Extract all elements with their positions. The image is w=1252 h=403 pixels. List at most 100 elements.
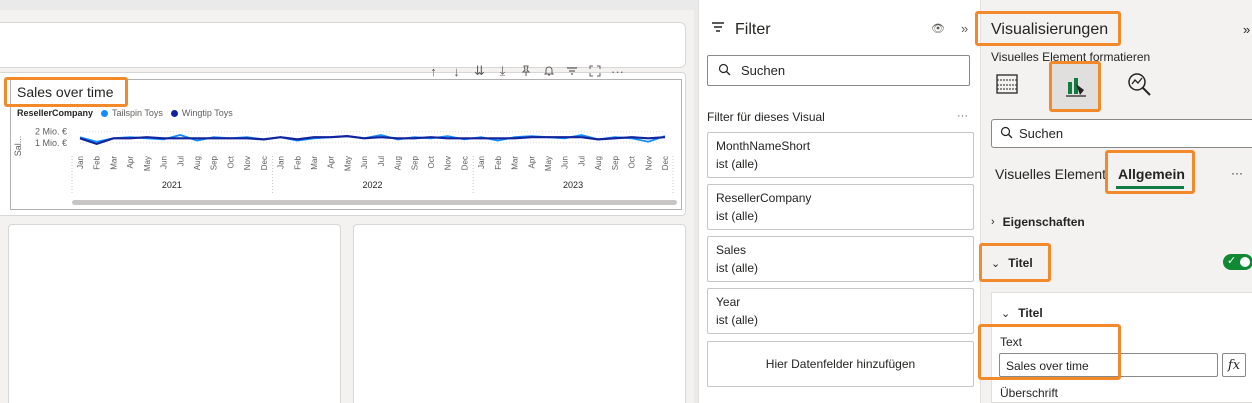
x-tick-label: Feb bbox=[494, 155, 503, 169]
more-options-icon[interactable]: ··· bbox=[606, 61, 629, 81]
x-tick-label: Jan bbox=[76, 156, 85, 169]
pin-icon[interactable] bbox=[514, 61, 537, 81]
y-axis-title: Sal... bbox=[13, 136, 23, 157]
x-tick-label: May bbox=[143, 156, 152, 171]
x-tick-label: Mar bbox=[109, 156, 118, 170]
subsection-titel-label: Titel bbox=[1018, 306, 1043, 320]
x-tick-label: Nov bbox=[644, 156, 653, 170]
legend-entry-wingtip: Wingtip Toys bbox=[181, 108, 233, 118]
x-tick-label: Jan bbox=[477, 156, 486, 169]
legend-entry-tailspin: Tailspin Toys bbox=[112, 108, 163, 118]
filter-card-monthnameshort[interactable]: MonthNameShort ist (alle) bbox=[707, 132, 974, 178]
filter-card-resellercompany[interactable]: ResellerCompany ist (alle) bbox=[707, 184, 974, 230]
section-titel-label: Titel bbox=[1008, 256, 1033, 270]
focus-mode-icon[interactable] bbox=[583, 61, 606, 81]
arrow-up-icon[interactable]: ↑ bbox=[422, 61, 445, 81]
filter-search-placeholder: Suchen bbox=[741, 63, 786, 78]
chart-legend: ResellerCompany Tailspin Toys Wingtip To… bbox=[17, 108, 233, 118]
subheading-label: Überschrift bbox=[1000, 386, 1059, 400]
subsection-titel[interactable]: ⌄ Titel bbox=[1001, 306, 1043, 320]
filter-lines-icon bbox=[711, 20, 725, 37]
x-tick-label: Jun bbox=[360, 156, 369, 169]
filter-section-label: Filter für dieses Visual bbox=[707, 110, 825, 124]
line-chart-plot: Sal... 2 Mio. €1 Mio. € Jan Feb Mar Apr May Jun… bbox=[13, 127, 677, 205]
tab-allgemein[interactable]: Allgemein bbox=[1118, 166, 1185, 182]
filter-search-input[interactable]: Suchen bbox=[707, 55, 970, 86]
more-options-icon[interactable]: ··· bbox=[1231, 166, 1243, 180]
x-tick-label: Dec bbox=[460, 156, 469, 170]
section-eigenschaften-label: Eigenschaften bbox=[1002, 215, 1085, 229]
legend-dot-wingtip bbox=[170, 109, 178, 117]
section-titel[interactable]: ⌄ Titel bbox=[991, 256, 1033, 270]
title-text-input[interactable]: Sales over time bbox=[999, 353, 1218, 377]
eye-icon[interactable]: 👁 bbox=[931, 22, 945, 35]
x-tick-label: Aug bbox=[193, 156, 202, 170]
x-tick-label: Nov bbox=[243, 156, 252, 170]
year-label: 2021 bbox=[162, 180, 182, 190]
section-eigenschaften[interactable]: › Eigenschaften bbox=[991, 215, 1085, 229]
x-tick-label: Nov bbox=[444, 156, 453, 170]
add-data-fields-dropzone[interactable]: Hier Datenfelder hinzufügen bbox=[707, 341, 974, 387]
report-canvas: ↑ ↓ ⇊ ⤓ ··· Sales over time ResellerComp… bbox=[0, 0, 698, 403]
check-icon: ✓ bbox=[1227, 255, 1237, 267]
legend-title: ResellerCompany bbox=[17, 108, 94, 118]
x-tick-label: Oct bbox=[427, 155, 436, 168]
collapse-filter-pane-icon[interactable]: » bbox=[961, 21, 968, 36]
filter-card-field: Sales bbox=[716, 243, 747, 257]
year-label: 2022 bbox=[362, 180, 382, 190]
expand-hierarchy-icon[interactable]: ⤓ bbox=[491, 61, 514, 81]
viz-pane-subtitle: Visuelles Element formatieren bbox=[991, 50, 1151, 64]
filter-card-value: ist (alle) bbox=[716, 261, 759, 275]
filter-icon[interactable] bbox=[560, 61, 583, 81]
tab-visual-element[interactable]: Visuelles Element bbox=[995, 166, 1106, 182]
search-icon bbox=[718, 63, 731, 79]
empty-visual-bottom-left[interactable] bbox=[8, 224, 341, 403]
paintbrush-chart-icon bbox=[1062, 72, 1090, 103]
legend-dot-tailspin bbox=[101, 109, 109, 117]
chevron-right-icon: › bbox=[991, 216, 995, 228]
analytics-icon[interactable] bbox=[1125, 70, 1153, 101]
filter-card-value: ist (alle) bbox=[716, 209, 759, 223]
x-tick-label: Sep bbox=[611, 155, 620, 170]
canvas-top-strip bbox=[0, 0, 698, 10]
empty-visual-bottom-right[interactable] bbox=[353, 224, 686, 403]
toggle-knob bbox=[1240, 257, 1250, 267]
x-tick-label: Jun bbox=[160, 156, 169, 169]
filter-card-field: MonthNameShort bbox=[716, 139, 811, 153]
search-icon bbox=[1000, 126, 1013, 142]
x-tick-label: Jun bbox=[561, 156, 570, 169]
bell-icon[interactable] bbox=[537, 61, 560, 81]
y-tick-label: 1 Mio. € bbox=[35, 138, 67, 148]
collapse-viz-pane-icon[interactable]: » bbox=[1243, 22, 1250, 37]
build-visual-icon[interactable] bbox=[995, 72, 1019, 99]
chevron-down-icon: ⌄ bbox=[991, 257, 1001, 270]
x-tick-label: Sep bbox=[210, 155, 219, 170]
x-tick-label: Mar bbox=[511, 156, 520, 170]
x-tick-label: Apr bbox=[327, 156, 336, 169]
double-arrow-down-icon[interactable]: ⇊ bbox=[468, 61, 491, 81]
x-tick-label: Jan bbox=[277, 156, 286, 169]
tab-allgemein-underline bbox=[1116, 186, 1184, 189]
fx-conditional-format-button[interactable]: fx bbox=[1222, 353, 1246, 377]
format-visual-tab[interactable] bbox=[1051, 64, 1101, 110]
filter-card-field: ResellerCompany bbox=[716, 191, 812, 205]
titel-toggle[interactable]: ✓ bbox=[1223, 254, 1252, 270]
y-tick-label: 2 Mio. € bbox=[35, 127, 67, 137]
x-tick-label: Dec bbox=[661, 156, 670, 170]
x-tick-label: Oct bbox=[226, 155, 235, 168]
chart-title: Sales over time bbox=[17, 84, 114, 100]
arrow-down-icon[interactable]: ↓ bbox=[445, 61, 468, 81]
x-tick-label: Feb bbox=[293, 155, 302, 169]
visualizations-pane: Visualisierungen » Visuelles Element for… bbox=[975, 0, 1252, 403]
x-tick-label: May bbox=[343, 156, 352, 171]
filter-card-year[interactable]: Year ist (alle) bbox=[707, 288, 974, 334]
filter-card-value: ist (alle) bbox=[716, 313, 759, 327]
filter-card-sales[interactable]: Sales ist (alle) bbox=[707, 236, 974, 282]
x-tick-label: Apr bbox=[527, 156, 536, 169]
x-tick-label: Jul bbox=[577, 156, 586, 166]
more-options-icon[interactable]: ··· bbox=[957, 110, 968, 122]
x-tick-label: Feb bbox=[93, 155, 102, 169]
x-tick-label: Aug bbox=[394, 156, 403, 170]
x-tick-label: Jul bbox=[176, 156, 185, 166]
viz-search-input[interactable]: Suchen bbox=[991, 119, 1252, 148]
